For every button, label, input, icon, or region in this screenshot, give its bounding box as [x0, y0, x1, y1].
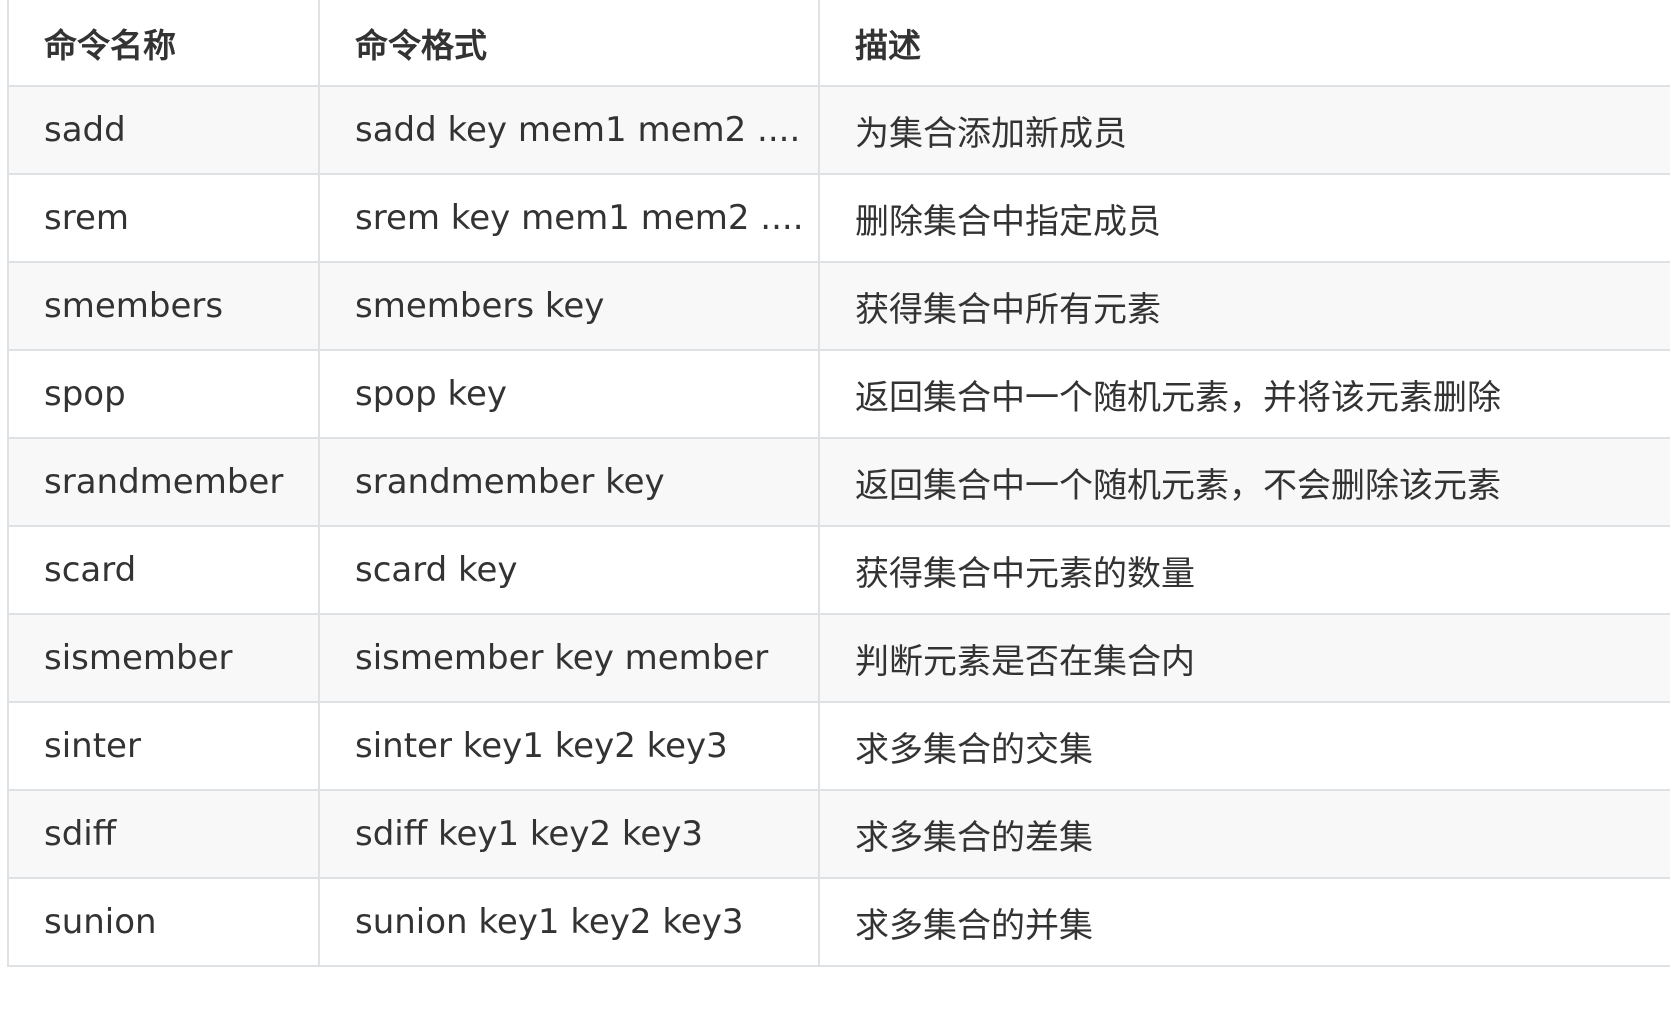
table-row: sismember sismember key member 判断元素是否在集合…: [7, 613, 1670, 703]
table-row: sinter sinter key1 key2 key3 求多集合的交集: [7, 701, 1670, 791]
redis-set-commands-table: 命令名称 命令格式 描述 sadd sadd key mem1 mem2 ...…: [7, 0, 1670, 967]
cell-description: 返回集合中一个随机元素，不会删除该元素: [818, 437, 1670, 527]
cell-command-name: smembers: [7, 261, 320, 351]
cell-command-format: sadd key mem1 mem2 ....: [318, 85, 820, 175]
cell-command-format: sdiff key1 key2 key3: [318, 789, 820, 879]
header-command-name: 命令名称: [7, 0, 320, 87]
table-row: sunion sunion key1 key2 key3 求多集合的并集: [7, 877, 1670, 967]
cell-description: 获得集合中元素的数量: [818, 525, 1670, 615]
command-table-container: 命令名称 命令格式 描述 sadd sadd key mem1 mem2 ...…: [7, 0, 1670, 967]
table-row: smembers smembers key 获得集合中所有元素: [7, 261, 1670, 351]
cell-description: 为集合添加新成员: [818, 85, 1670, 175]
table-row: sdiff sdiff key1 key2 key3 求多集合的差集: [7, 789, 1670, 879]
cell-command-format: srandmember key: [318, 437, 820, 527]
table-row: spop spop key 返回集合中一个随机元素，并将该元素删除: [7, 349, 1670, 439]
table-header: 命令名称 命令格式 描述: [7, 0, 1670, 87]
header-description: 描述: [818, 0, 1670, 87]
cell-command-format: srem key mem1 mem2 ....: [318, 173, 820, 263]
cell-command-name: sismember: [7, 613, 320, 703]
header-row: 命令名称 命令格式 描述: [7, 0, 1670, 87]
cell-description: 求多集合的交集: [818, 701, 1670, 791]
cell-command-format: scard key: [318, 525, 820, 615]
cell-command-name: spop: [7, 349, 320, 439]
table-row: srandmember srandmember key 返回集合中一个随机元素，…: [7, 437, 1670, 527]
cell-command-format: sinter key1 key2 key3: [318, 701, 820, 791]
table-body: sadd sadd key mem1 mem2 .... 为集合添加新成员 sr…: [7, 85, 1670, 967]
cell-description: 求多集合的并集: [818, 877, 1670, 967]
cell-description: 删除集合中指定成员: [818, 173, 1670, 263]
table-row: scard scard key 获得集合中元素的数量: [7, 525, 1670, 615]
cell-description: 返回集合中一个随机元素，并将该元素删除: [818, 349, 1670, 439]
cell-command-name: sunion: [7, 877, 320, 967]
cell-description: 求多集合的差集: [818, 789, 1670, 879]
cell-command-name: scard: [7, 525, 320, 615]
cell-command-format: smembers key: [318, 261, 820, 351]
header-command-format: 命令格式: [318, 0, 820, 87]
table-row: sadd sadd key mem1 mem2 .... 为集合添加新成员: [7, 85, 1670, 175]
cell-command-format: sunion key1 key2 key3: [318, 877, 820, 967]
cell-description: 获得集合中所有元素: [818, 261, 1670, 351]
cell-command-name: srandmember: [7, 437, 320, 527]
table-row: srem srem key mem1 mem2 .... 删除集合中指定成员: [7, 173, 1670, 263]
cell-command-format: sismember key member: [318, 613, 820, 703]
cell-command-name: sdiff: [7, 789, 320, 879]
cell-command-format: spop key: [318, 349, 820, 439]
cell-command-name: sadd: [7, 85, 320, 175]
cell-command-name: sinter: [7, 701, 320, 791]
cell-command-name: srem: [7, 173, 320, 263]
cell-description: 判断元素是否在集合内: [818, 613, 1670, 703]
